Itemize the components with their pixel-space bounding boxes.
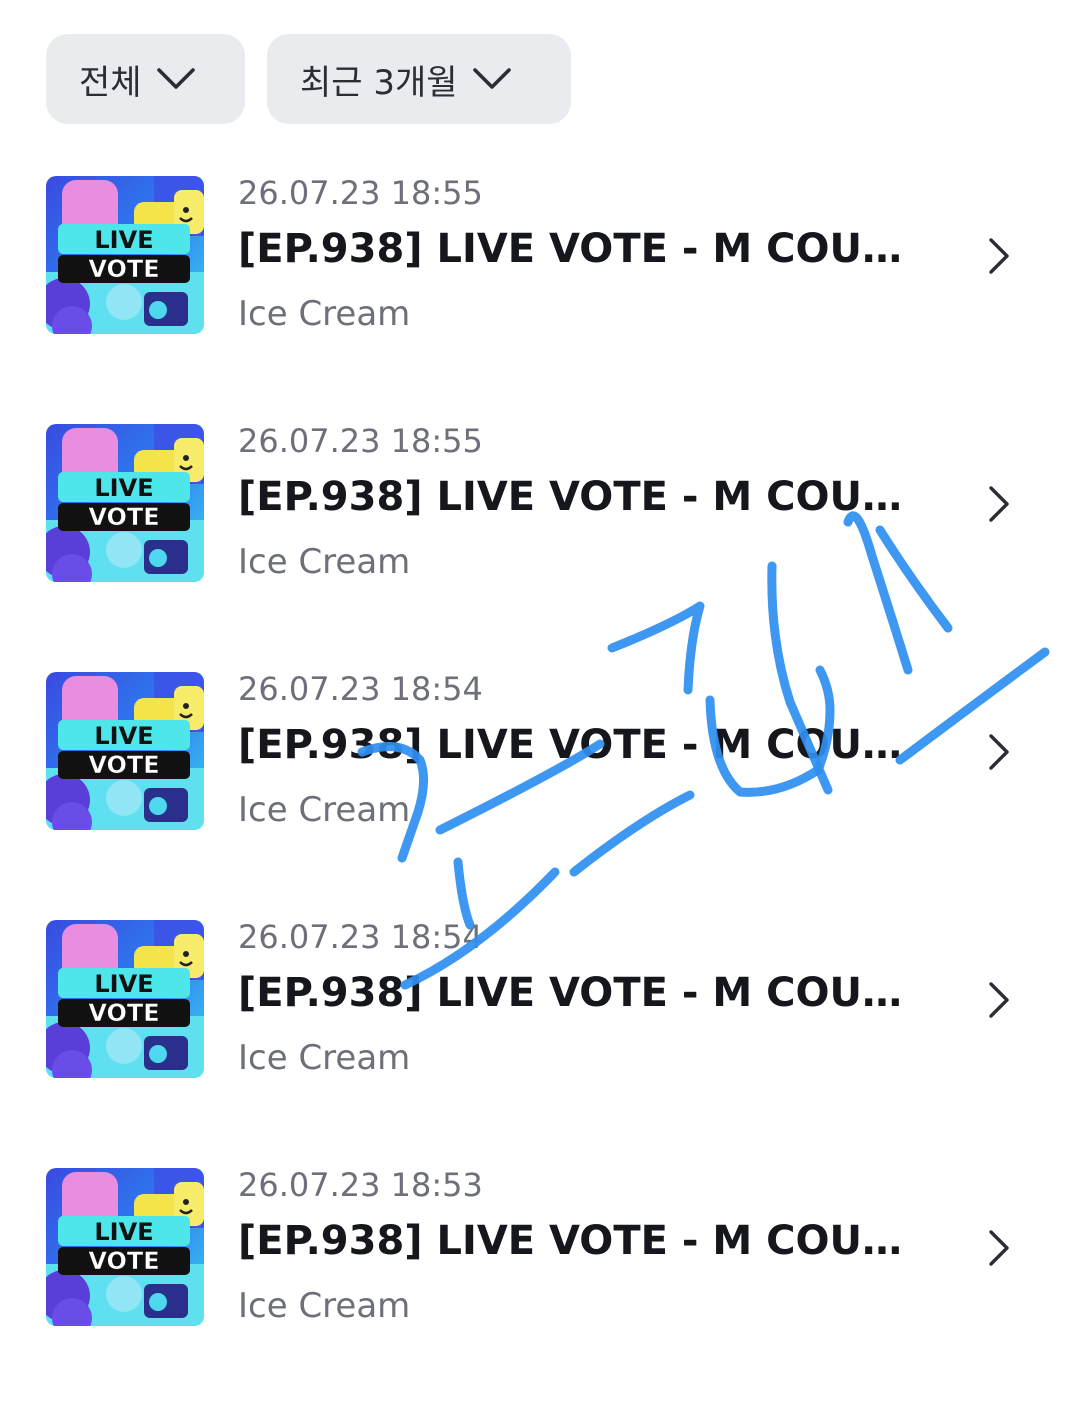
item-date: 26.07.23 18:55	[238, 422, 483, 460]
item-date: 26.07.23 18:54	[238, 918, 483, 956]
chevron-right-icon[interactable]	[984, 1226, 1014, 1270]
item-artist: Ice Cream	[238, 294, 411, 334]
chevron-down-icon	[156, 66, 196, 92]
thumbnail-text-live: LIVE	[94, 970, 153, 998]
item-title: [EP.938] LIVE VOTE - M COUNTDOWN	[238, 226, 918, 272]
vote-history-list: LIVE VOTE 26.07.23 18:55 [EP.938] LIVE VO…	[0, 170, 1080, 1410]
list-item[interactable]: LIVE VOTE 26.07.23 18:55 [EP.938] LIVE VO…	[0, 170, 1080, 418]
filter-bar: 전체 최근 3개월	[46, 34, 571, 124]
thumbnail-text-live: LIVE	[94, 226, 153, 254]
thumbnail-text-vote: VOTE	[88, 751, 159, 779]
live-vote-thumbnail: LIVE VOTE	[46, 1168, 204, 1326]
item-date: 26.07.23 18:54	[238, 670, 483, 708]
category-filter-dropdown[interactable]: 전체	[46, 34, 245, 124]
chevron-right-icon[interactable]	[984, 482, 1014, 526]
category-filter-label: 전체	[79, 62, 142, 103]
thumbnail-text-vote: VOTE	[88, 999, 159, 1027]
item-date: 26.07.23 18:55	[238, 174, 483, 212]
live-vote-thumbnail: LIVE VOTE	[46, 176, 204, 334]
live-vote-thumbnail: LIVE VOTE	[46, 920, 204, 1078]
item-title: [EP.938] LIVE VOTE - M COUNTDOWN	[238, 970, 918, 1016]
list-item[interactable]: LIVE VOTE 26.07.23 18:55 [EP.938] LIVE VO…	[0, 418, 1080, 666]
thumbnail-text-vote: VOTE	[88, 255, 159, 283]
list-item[interactable]: LIVE VOTE 26.07.23 18:54 [EP.938] LIVE VO…	[0, 914, 1080, 1162]
period-filter-label: 최근 3개월	[300, 62, 458, 103]
item-artist: Ice Cream	[238, 1286, 411, 1326]
thumbnail-text-live: LIVE	[94, 1218, 153, 1246]
item-title: [EP.938] LIVE VOTE - M COUNTDOWN	[238, 474, 918, 520]
item-title: [EP.938] LIVE VOTE - M COUNTDOWN	[238, 722, 918, 768]
thumbnail-text-vote: VOTE	[88, 1247, 159, 1275]
period-filter-dropdown[interactable]: 최근 3개월	[267, 34, 571, 124]
chevron-right-icon[interactable]	[984, 978, 1014, 1022]
item-artist: Ice Cream	[238, 1038, 411, 1078]
list-item[interactable]: LIVE VOTE 26.07.23 18:54 [EP.938] LIVE VO…	[0, 666, 1080, 914]
thumbnail-text-live: LIVE	[94, 474, 153, 502]
live-vote-thumbnail: LIVE VOTE	[46, 672, 204, 830]
list-item[interactable]: LIVE VOTE 26.07.23 18:53 [EP.938] LIVE VO…	[0, 1162, 1080, 1410]
thumbnail-text-live: LIVE	[94, 722, 153, 750]
item-title: [EP.938] LIVE VOTE - M COUNTDOWN	[238, 1218, 918, 1264]
thumbnail-text-vote: VOTE	[88, 503, 159, 531]
chevron-right-icon[interactable]	[984, 234, 1014, 278]
live-vote-thumbnail: LIVE VOTE	[46, 424, 204, 582]
item-artist: Ice Cream	[238, 790, 411, 830]
item-date: 26.07.23 18:53	[238, 1166, 483, 1204]
chevron-right-icon[interactable]	[984, 730, 1014, 774]
chevron-down-icon	[472, 66, 512, 92]
item-artist: Ice Cream	[238, 542, 411, 582]
